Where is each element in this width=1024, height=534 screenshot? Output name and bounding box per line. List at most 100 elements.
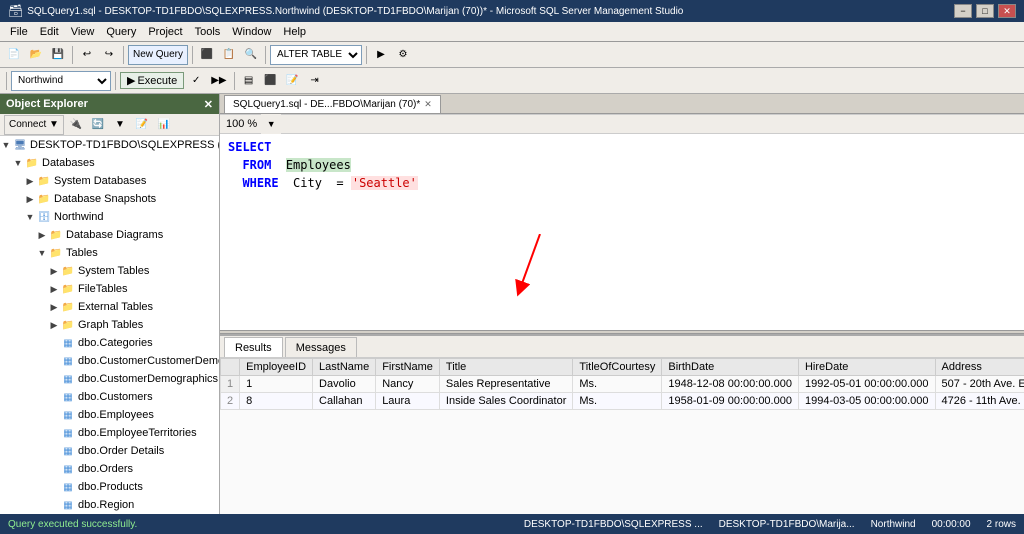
where-keyword: WHERE [242, 176, 278, 190]
tree-expander-dbdiagrams[interactable]: ▶ [36, 229, 48, 241]
results-tab[interactable]: Results [224, 337, 283, 357]
sql-editor[interactable]: SELECT FROM Employees WHERE City = 'Seat… [220, 134, 1024, 330]
tree-item-systables[interactable]: ▶📁System Tables [0, 262, 219, 280]
tree-item-exttables[interactable]: ▶📁External Tables [0, 298, 219, 316]
cell-0-6: 1948-12-08 00:00:00.000 [662, 376, 799, 393]
tb-icon-4[interactable]: ▶ [371, 45, 391, 65]
tree-item-filetables[interactable]: ▶📁FileTables [0, 280, 219, 298]
tree-expander-systables[interactable]: ▶ [48, 265, 60, 277]
undo-button[interactable]: ↩ [77, 45, 97, 65]
oe-report-button[interactable]: 📊 [154, 115, 174, 135]
tree-expander-empterritories[interactable] [48, 427, 60, 439]
menu-item-file[interactable]: File [4, 24, 34, 40]
object-explorer-header: Object Explorer ✕ [0, 94, 219, 114]
tree-expander-custcustdemo[interactable] [48, 355, 60, 367]
tree-expander-graphtables[interactable]: ▶ [48, 319, 60, 331]
tree-label-orderdetails: dbo.Order Details [76, 445, 164, 457]
tb-icon-5[interactable]: ⚙ [393, 45, 413, 65]
execute-button[interactable]: ▶ Execute [120, 72, 184, 89]
cell-0-7: 1992-05-01 00:00:00.000 [798, 376, 935, 393]
tree-expander-databases[interactable]: ▼ [12, 157, 24, 169]
query-tab[interactable]: SQLQuery1.sql - DE...FBDO\Marijan (70)* … [224, 95, 441, 113]
oe-new-query-button[interactable]: 📝 [132, 115, 152, 135]
tree-item-tables[interactable]: ▼📁Tables [0, 244, 219, 262]
save-button[interactable]: 💾 [48, 45, 68, 65]
tb-icon-1[interactable]: ⬛ [197, 45, 217, 65]
title-bar-left: 🗃 SQLQuery1.sql - DESKTOP-TD1FBDO\SQLEXP… [8, 4, 683, 18]
messages-tab[interactable]: Messages [285, 337, 357, 357]
menu-item-query[interactable]: Query [100, 24, 142, 40]
menu-item-view[interactable]: View [65, 24, 101, 40]
tree-expander-orderdetails[interactable] [48, 445, 60, 457]
tb-stop-button[interactable]: ⬛ [261, 71, 281, 91]
table-row[interactable]: 28CallahanLauraInside Sales CoordinatorM… [221, 393, 1024, 410]
minimize-button[interactable]: − [954, 4, 972, 18]
tab-close-button[interactable]: ✕ [424, 99, 432, 110]
tree-expander-snapshots[interactable]: ▶ [24, 193, 36, 205]
tb-results-button[interactable]: ▤ [239, 71, 259, 91]
editor-wrapper: 100 % ▼ SELECT FROM Employees WHERE City [220, 114, 1024, 514]
tree-label-dbdiagrams: Database Diagrams [64, 229, 163, 241]
tree-item-region[interactable]: ▦dbo.Region [0, 496, 219, 514]
menu-item-window[interactable]: Window [226, 24, 277, 40]
tree-item-custdemo[interactable]: ▦dbo.CustomerDemographics [0, 370, 219, 388]
tree-expander-tables[interactable]: ▼ [36, 247, 48, 259]
tree-item-orders[interactable]: ▦dbo.Orders [0, 460, 219, 478]
tree-item-databases[interactable]: ▼📁Databases [0, 154, 219, 172]
tree-expander-filetables[interactable]: ▶ [48, 283, 60, 295]
tree-item-dbdiagrams[interactable]: ▶📁Database Diagrams [0, 226, 219, 244]
tb-icon-2[interactable]: 📋 [219, 45, 239, 65]
redo-button[interactable]: ↪ [99, 45, 119, 65]
tree-expander-northwind[interactable]: ▼ [24, 211, 36, 223]
tree-expander-products[interactable] [48, 481, 60, 493]
table-row[interactable]: 11DavolioNancySales RepresentativeMs.194… [221, 376, 1024, 393]
tree-expander-categories[interactable] [48, 337, 60, 349]
tree-item-custcustdemo[interactable]: ▦dbo.CustomerCustomerDemo [0, 352, 219, 370]
tree-expander-server[interactable]: ▼ [0, 139, 12, 151]
status-server: DESKTOP-TD1FBDO\SQLEXPRESS ... [524, 519, 703, 530]
open-button[interactable]: 📂 [26, 45, 46, 65]
oe-filter-button[interactable]: ▼ [110, 115, 130, 135]
tree-item-sysdb[interactable]: ▶📁System Databases [0, 172, 219, 190]
oe-refresh-button[interactable]: 🔄 [88, 115, 108, 135]
new-query-button[interactable]: New Query [128, 45, 188, 65]
tb-indent-button[interactable]: ⇥ [305, 71, 325, 91]
maximize-button[interactable]: □ [976, 4, 994, 18]
messages-tab-label: Messages [296, 342, 346, 354]
connect-button[interactable]: Connect ▼ [4, 115, 64, 135]
alter-table-combo[interactable]: ALTER TABLE [270, 45, 362, 65]
database-selector[interactable]: Northwind [11, 71, 111, 91]
oe-disconnect-button[interactable]: 🔌 [66, 115, 86, 135]
tree-icon-categories: ▦ [60, 336, 76, 350]
tree-item-products[interactable]: ▦dbo.Products [0, 478, 219, 496]
menu-item-project[interactable]: Project [142, 24, 188, 40]
tree-expander-custdemo[interactable] [48, 373, 60, 385]
tree-item-customers[interactable]: ▦dbo.Customers [0, 388, 219, 406]
menu-item-tools[interactable]: Tools [189, 24, 227, 40]
tree-expander-exttables[interactable]: ▶ [48, 301, 60, 313]
tree-expander-orders[interactable] [48, 463, 60, 475]
tree-expander-customers[interactable] [48, 391, 60, 403]
tree-expander-sysdb[interactable]: ▶ [24, 175, 36, 187]
oe-toolbar: Connect ▼ 🔌 🔄 ▼ 📝 📊 [0, 114, 219, 136]
debug-button[interactable]: ▶▶ [208, 71, 229, 91]
tree-item-empterritories[interactable]: ▦dbo.EmployeeTerritories [0, 424, 219, 442]
tree-item-employees[interactable]: ▦dbo.Employees [0, 406, 219, 424]
parse-button[interactable]: ✓ [186, 71, 206, 91]
zoom-dropdown[interactable]: ▼ [261, 114, 281, 134]
menu-item-help[interactable]: Help [277, 24, 312, 40]
tb-icon-3[interactable]: 🔍 [241, 45, 261, 65]
oe-close-icon[interactable]: ✕ [204, 98, 213, 111]
menu-item-edit[interactable]: Edit [34, 24, 65, 40]
close-button[interactable]: ✕ [998, 4, 1016, 18]
tree-expander-employees[interactable] [48, 409, 60, 421]
tree-item-orderdetails[interactable]: ▦dbo.Order Details [0, 442, 219, 460]
tree-item-graphtables[interactable]: ▶📁Graph Tables [0, 316, 219, 334]
tb-comment-button[interactable]: 📝 [283, 71, 303, 91]
tree-item-server[interactable]: ▼🖥DESKTOP-TD1FBDO\SQLEXPRESS (SQL Server… [0, 136, 219, 154]
tree-item-snapshots[interactable]: ▶📁Database Snapshots [0, 190, 219, 208]
tree-item-categories[interactable]: ▦dbo.Categories [0, 334, 219, 352]
tree-item-northwind[interactable]: ▼🗄Northwind [0, 208, 219, 226]
tree-expander-region[interactable] [48, 499, 60, 511]
new-file-button[interactable]: 📄 [4, 45, 24, 65]
